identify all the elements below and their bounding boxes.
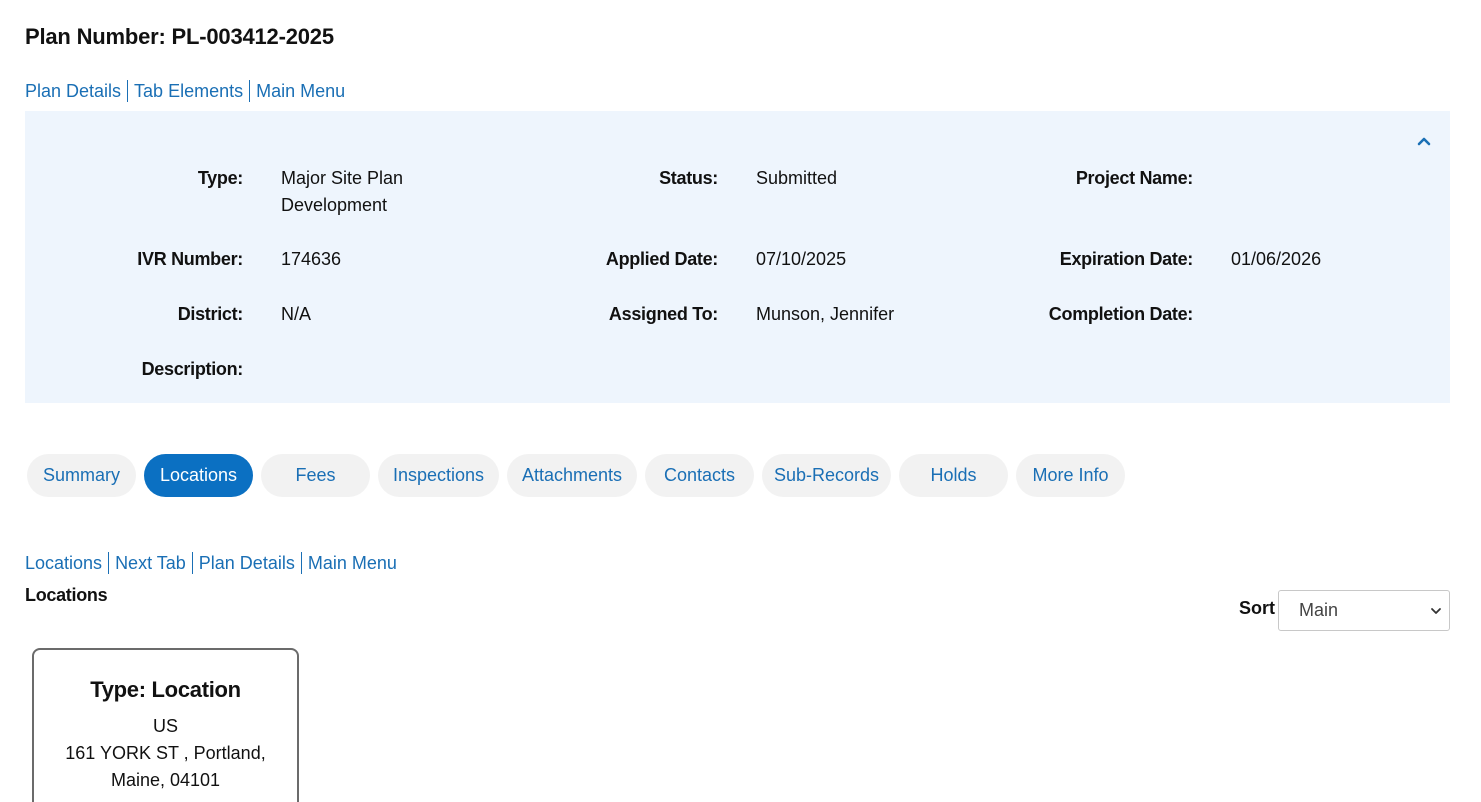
tab-holds[interactable]: Holds [899, 454, 1008, 497]
status-label: Status: [659, 168, 718, 188]
district-label: District: [177, 304, 244, 324]
plan-details-panel: Type: Major Site Plan Development IVR Nu… [25, 111, 1450, 403]
page-title: Plan Number: PL-003412-2025 [25, 24, 334, 49]
section-main-menu-link[interactable]: Main Menu [300, 552, 403, 574]
chevron-down-icon [1431, 608, 1441, 614]
location-address-line1: 161 YORK ST , Portland, [65, 743, 266, 763]
nav-main-menu-link[interactable]: Main Menu [249, 80, 351, 102]
section-heading: Locations [25, 585, 108, 605]
tab-more-info[interactable]: More Info [1016, 454, 1125, 497]
location-card[interactable]: Type: Location US 161 YORK ST , Portland… [32, 648, 299, 802]
ivr-number-value: 174636 [281, 249, 342, 269]
tab-inspections[interactable]: Inspections [378, 454, 499, 497]
page: Plan Number: PL-003412-2025 Plan Details… [0, 0, 1481, 802]
assigned-to-value: Munson, Jennifer [756, 304, 895, 324]
tab-locations[interactable]: Locations [144, 454, 253, 497]
tab-sub-records[interactable]: Sub-Records [762, 454, 891, 497]
district-value: N/A [281, 304, 312, 324]
nav-plan-details-link[interactable]: Plan Details [25, 80, 127, 102]
expiration-date-label: Expiration Date: [1059, 249, 1194, 269]
nav-tab-elements-link[interactable]: Tab Elements [127, 80, 249, 102]
description-label: Description: [141, 359, 244, 379]
top-nav: Plan Details Tab Elements Main Menu [25, 80, 351, 102]
location-card-title: Type: Location [90, 677, 241, 702]
section-nav: Locations Next Tab Plan Details Main Men… [25, 552, 403, 574]
tab-contacts[interactable]: Contacts [645, 454, 754, 497]
location-address-line2: Maine, 04101 [110, 770, 221, 790]
sort-selected-value: Main [1299, 600, 1339, 620]
ivr-number-label: IVR Number: [137, 249, 243, 269]
type-value-line1: Major Site Plan [281, 168, 404, 188]
location-country: US [152, 716, 178, 736]
sort-select[interactable]: Main [1278, 590, 1450, 631]
completion-date-label: Completion Date: [1048, 304, 1194, 324]
type-value: Major Site Plan Development [281, 165, 403, 219]
applied-date-label: Applied Date: [605, 249, 718, 269]
sort-label: Sort [1239, 598, 1275, 618]
collapse-button[interactable] [1416, 133, 1432, 149]
type-value-line2: Development [281, 195, 388, 215]
type-label: Type: [197, 168, 243, 188]
assigned-to-label: Assigned To: [608, 304, 718, 324]
section-plan-details-link[interactable]: Plan Details [191, 552, 301, 574]
section-locations-link[interactable]: Locations [25, 552, 108, 574]
tab-summary[interactable]: Summary [27, 454, 136, 497]
section-next-tab-link[interactable]: Next Tab [108, 552, 192, 574]
tab-attachments[interactable]: Attachments [507, 454, 637, 497]
expiration-date-value: 01/06/2026 [1231, 249, 1322, 269]
tab-fees[interactable]: Fees [261, 454, 370, 497]
record-tabs: Summary Locations Fees Inspections Attac… [27, 454, 1133, 497]
applied-date-value: 07/10/2025 [756, 249, 847, 269]
project-name-label: Project Name: [1075, 168, 1193, 188]
chevron-up-icon [1417, 137, 1431, 146]
status-value: Submitted [756, 168, 838, 188]
